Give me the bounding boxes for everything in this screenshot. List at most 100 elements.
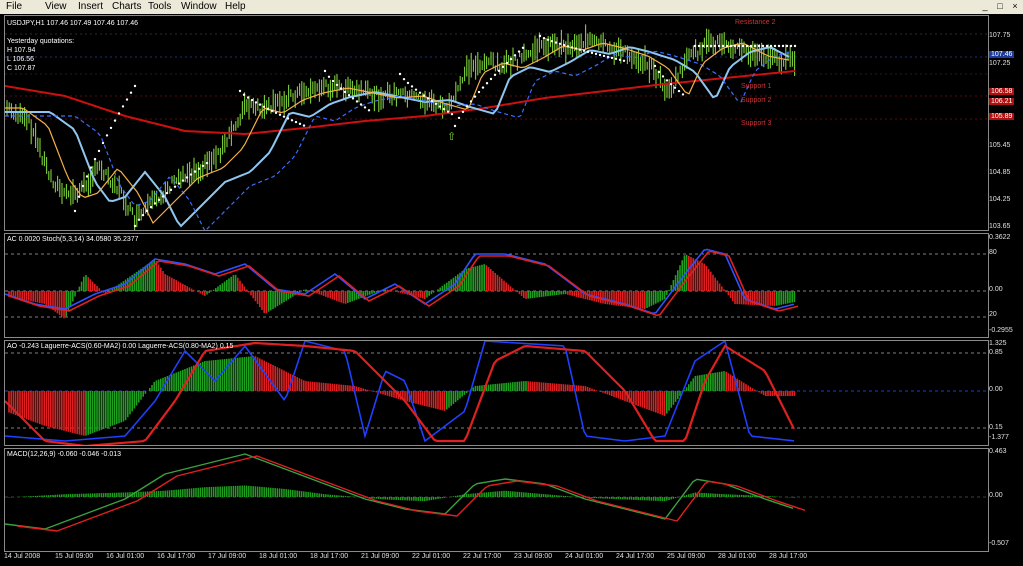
ao-scale-4: 0.15	[989, 424, 1003, 431]
minimize-icon[interactable]: _	[979, 1, 991, 12]
psar-dot	[598, 53, 602, 57]
maximize-icon[interactable]: □	[994, 1, 1006, 12]
macd-panel[interactable]: MACD(12,26,9) -0.060 -0.046 -0.013	[4, 448, 989, 552]
psar-dot	[113, 119, 117, 122]
psar-dot	[335, 83, 339, 87]
psar-dot	[351, 97, 355, 100]
psar-dot	[343, 90, 347, 94]
psar-dot	[294, 120, 298, 124]
psar-dot	[133, 84, 137, 88]
psar-dot	[485, 82, 489, 85]
psar-dot	[721, 44, 725, 48]
ao-chart-svg	[5, 341, 988, 445]
psar-dot	[757, 44, 761, 48]
ac-scale-3: 0.00	[989, 286, 1003, 293]
time-label: 28 Jul 01:00	[718, 553, 757, 560]
ac-panel-label: AC 0.0020 Stoch(5,3,14) 34.0580 35.2377	[7, 236, 139, 243]
psar-dot	[733, 44, 737, 48]
price-scale-2: 107.25	[989, 60, 1011, 67]
psar-dot	[430, 100, 434, 103]
menu-tools[interactable]: Tools	[148, 1, 171, 12]
chart-workspace[interactable]: ⇧ USDJPY,H1 107.46 107.49 107.46 107.46 …	[0, 14, 1023, 566]
psar-dot	[101, 141, 105, 145]
yesterday-title: Yesterday quotations:	[7, 38, 75, 45]
psar-dot	[550, 40, 554, 43]
psar-dot	[117, 112, 121, 115]
psar-dot	[657, 70, 661, 74]
psar-dot	[278, 113, 282, 116]
menu-window[interactable]: Window	[181, 1, 217, 12]
ac-scale-4: 20	[989, 311, 997, 318]
ac-chart-svg	[5, 248, 988, 319]
psar-dot	[282, 115, 286, 118]
price-scale-6: 103.65	[989, 223, 1011, 230]
psar-dot	[89, 166, 93, 169]
psar-dot	[453, 124, 457, 128]
psar-dot	[246, 96, 250, 99]
psar-dot	[402, 77, 406, 81]
psar-dot	[753, 44, 757, 48]
psar-dot	[290, 119, 294, 122]
menu-help[interactable]: Help	[225, 1, 246, 12]
psar-dot	[270, 109, 274, 113]
time-label: 14 Jul 2008	[4, 553, 41, 560]
macd-scale-1: 0.463	[989, 448, 1007, 455]
psar-dot	[109, 126, 113, 130]
psar-dot	[745, 44, 749, 48]
psar-dot	[673, 86, 677, 89]
psar-dot	[85, 175, 89, 178]
price-chart-svg: ⇧	[5, 24, 988, 230]
ao-laguerre-panel[interactable]: AO -0.243 Laguerre-ACS(0.60-MA2) 0.00 La…	[4, 340, 989, 446]
main-price-panel[interactable]: ⇧ USDJPY,H1 107.46 107.49 107.46 107.46 …	[4, 15, 989, 231]
ac-scale-1: 0.3622	[989, 234, 1011, 241]
close-icon[interactable]: ×	[1009, 1, 1021, 12]
level-tag-2: 106.21	[989, 98, 1015, 105]
time-label: 21 Jul 09:00	[361, 553, 400, 560]
psar-dot	[701, 44, 705, 48]
psar-dot	[367, 109, 371, 112]
menu-insert[interactable]: Insert	[78, 1, 103, 12]
psar-dot	[610, 56, 614, 60]
psar-dot	[546, 38, 550, 41]
psar-dot	[105, 134, 109, 137]
psar-dot	[165, 191, 169, 195]
psar-dot	[274, 111, 278, 115]
psar-dot	[426, 97, 430, 100]
psar-dot	[173, 185, 177, 188]
menu-file[interactable]: File	[6, 1, 22, 12]
time-label: 17 Jul 09:00	[208, 553, 247, 560]
psar-dot	[618, 58, 622, 62]
level-tag-3: 105.89	[989, 113, 1015, 120]
psar-dot	[410, 85, 414, 88]
psar-dot	[254, 101, 258, 104]
ao-scale-1: 1.325	[989, 340, 1007, 347]
time-label: 24 Jul 01:00	[565, 553, 604, 560]
time-label: 16 Jul 17:00	[157, 553, 196, 560]
menu-view[interactable]: View	[45, 1, 67, 12]
psar-dot	[542, 36, 546, 40]
menu-charts[interactable]: Charts	[112, 1, 141, 12]
psar-dot	[501, 65, 505, 69]
macd-main-line	[5, 453, 794, 530]
psar-dot	[438, 105, 442, 108]
psar-dot	[286, 117, 290, 120]
psar-dot	[262, 105, 266, 108]
psar-dot	[622, 59, 626, 62]
price-scale-4: 104.85	[989, 169, 1011, 176]
psar-dot	[477, 90, 481, 94]
price-candles	[6, 24, 796, 230]
psar-dot	[457, 116, 461, 120]
macd-signal-line	[16, 455, 806, 532]
level-tag-1: 106.58	[989, 88, 1015, 95]
psar-dot	[359, 103, 363, 106]
psar-dot	[97, 149, 101, 153]
ac-scale-2: 80	[989, 249, 997, 256]
psar-dot	[121, 105, 125, 108]
psar-dot	[713, 44, 717, 48]
ac-stoch-panel[interactable]: AC 0.0020 Stoch(5,3,14) 34.0580 35.2377	[4, 233, 989, 338]
psar-dot	[509, 57, 513, 61]
psar-dot	[578, 48, 582, 51]
yesterday-close: C 107.87	[7, 65, 36, 72]
time-label: 22 Jul 17:00	[463, 553, 502, 560]
psar-dot	[785, 44, 789, 48]
